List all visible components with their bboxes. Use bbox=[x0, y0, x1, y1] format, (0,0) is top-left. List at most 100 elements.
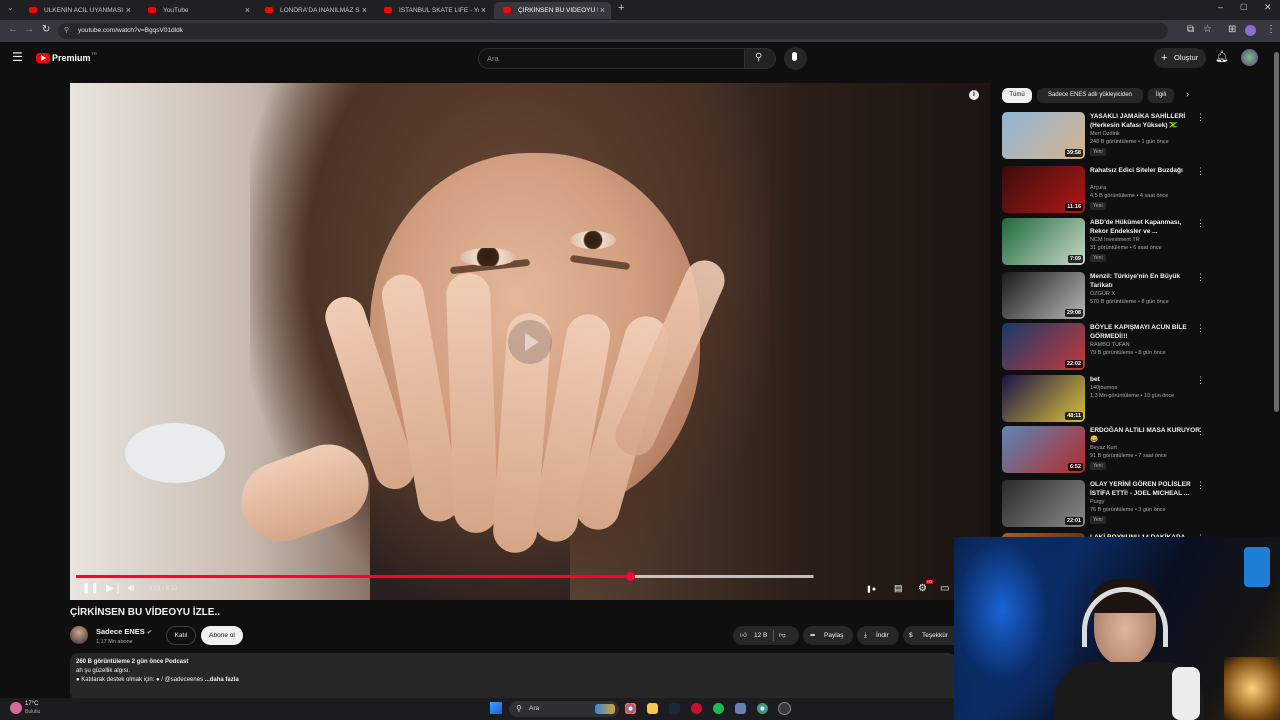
reload-icon[interactable]: ↻ bbox=[42, 24, 50, 35]
video-thumbnail[interactable]: 11:16 bbox=[1002, 166, 1085, 213]
tab-list-icon[interactable]: ⌄ bbox=[7, 3, 14, 12]
opera-icon[interactable] bbox=[691, 703, 702, 714]
next-icon[interactable]: ▶❘ bbox=[106, 583, 122, 594]
file-explorer-icon[interactable] bbox=[647, 703, 658, 714]
site-info-icon[interactable]: ⚲ bbox=[64, 23, 69, 39]
extensions-icon[interactable]: ⊞ bbox=[1228, 24, 1236, 35]
chrome-icon[interactable] bbox=[625, 703, 636, 714]
close-tab-icon[interactable]: × bbox=[126, 5, 131, 15]
chips-next-icon[interactable]: › bbox=[1186, 89, 1189, 99]
close-tab-icon[interactable]: × bbox=[481, 5, 486, 15]
more-actions-icon[interactable]: ⋮ bbox=[1196, 480, 1205, 491]
back-icon[interactable]: ← bbox=[8, 24, 18, 35]
close-window-icon[interactable]: ✕ bbox=[1264, 2, 1272, 13]
subscribe-button[interactable]: Abone ol bbox=[201, 626, 243, 645]
more-actions-icon[interactable]: ⋮ bbox=[1196, 166, 1205, 177]
recommendation-channel[interactable]: ÖZGÜR X bbox=[1090, 291, 1115, 297]
recommendation-channel[interactable]: RAMBO TUFAN bbox=[1090, 342, 1130, 348]
info-icon[interactable]: i bbox=[969, 90, 979, 100]
miniplayer-icon[interactable]: ▭ bbox=[940, 583, 949, 594]
autoplay-toggle[interactable]: ❚● bbox=[866, 585, 876, 593]
browser-tab[interactable]: ISTANBUL SKATE LIFE - YouTube× bbox=[375, 2, 492, 19]
big-play-button[interactable] bbox=[508, 320, 552, 364]
more-actions-icon[interactable]: ⋮ bbox=[1196, 375, 1205, 386]
recommendation-item[interactable]: 6:52 ERDOĞAN ALTILI MASA KURUYOR 😂 Beyaz K… bbox=[1002, 426, 1212, 475]
recommendation-channel[interactable]: NCM Investment TR bbox=[1090, 237, 1140, 243]
recommendation-item[interactable]: 22:01 OLAY YERİNİ GÖREN POLİSLER İSTİFA E… bbox=[1002, 480, 1212, 529]
video-thumbnail[interactable]: 6:52 bbox=[1002, 426, 1085, 473]
settings-app-icon[interactable] bbox=[735, 703, 746, 714]
recommendation-item[interactable]: 11:16 Rahatsız Edici Siteler Buzdağı Arçur… bbox=[1002, 166, 1212, 215]
recommendation-channel[interactable]: 140journos bbox=[1090, 385, 1117, 391]
bookmark-star-icon[interactable]: ☆ bbox=[1203, 24, 1212, 35]
recommendation-title[interactable]: bet bbox=[1090, 375, 1200, 384]
video-thumbnail[interactable]: 7:09 bbox=[1002, 218, 1085, 265]
browser-tab[interactable]: ÜLKENİN ACİL UYANMASI GER...× bbox=[20, 2, 137, 19]
recommendation-title[interactable]: ERDOĞAN ALTILI MASA KURUYOR 😂 bbox=[1090, 426, 1200, 444]
channel-avatar[interactable] bbox=[70, 626, 88, 644]
steam-icon[interactable] bbox=[669, 703, 680, 714]
more-actions-icon[interactable]: ⋮ bbox=[1196, 218, 1205, 229]
minimize-icon[interactable]: – bbox=[1218, 2, 1223, 12]
progress-bar[interactable] bbox=[76, 572, 814, 581]
recommendation-item[interactable]: 39:58 YASAKLI JAMAİKA SAHİLLERİ (Herkesin… bbox=[1002, 112, 1212, 161]
video-thumbnail[interactable]: 22:02 bbox=[1002, 323, 1085, 370]
filter-chip[interactable]: İlgili bbox=[1148, 88, 1174, 103]
profile-avatar[interactable] bbox=[1245, 25, 1256, 36]
more-actions-icon[interactable]: ⋮ bbox=[1196, 426, 1205, 437]
show-more-link[interactable]: ...daha fazla bbox=[205, 677, 239, 683]
weather-temp[interactable]: 17°C bbox=[25, 701, 38, 707]
browser-tab[interactable]: ÇİRKİNSEN BU VİDEOYU İZLE...× bbox=[494, 2, 611, 19]
thanks-button[interactable]: $ Teşekkür bbox=[903, 626, 954, 645]
recommendation-title[interactable]: OLAY YERİNİ GÖREN POLİSLER İSTİFA ETTİ! … bbox=[1090, 480, 1200, 498]
recommendation-item[interactable]: 48:11 bet 140journos 1,3 Mn görüntüleme • 1… bbox=[1002, 375, 1212, 424]
recommendation-channel[interactable]: Beyaz Kurt bbox=[1090, 445, 1117, 451]
share-button[interactable]: ➦ Paylaş bbox=[803, 626, 853, 645]
recommendation-item[interactable]: 29:08 Menzil: Türkiye'nin En Büyük Tarika… bbox=[1002, 272, 1212, 321]
video-thumbnail[interactable]: 22:01 bbox=[1002, 480, 1085, 527]
recommendation-channel[interactable]: Arçura bbox=[1090, 185, 1106, 191]
video-thumbnail[interactable]: 39:58 bbox=[1002, 112, 1085, 159]
description-box[interactable]: 260 B görüntüleme 2 gün önce Podcast ah … bbox=[70, 653, 956, 700]
youtube-logo[interactable]: Premium TR bbox=[36, 51, 97, 65]
spotify-icon[interactable] bbox=[713, 703, 724, 714]
windows-start-icon[interactable] bbox=[490, 702, 502, 714]
filter-chip[interactable]: Sadece ENES adlı yükleyiciden bbox=[1037, 88, 1143, 103]
chrome-profile-icon[interactable] bbox=[757, 703, 768, 714]
join-button[interactable]: Katıl bbox=[166, 626, 196, 645]
volume-icon[interactable]: 🔊︎ bbox=[128, 583, 134, 594]
pause-icon[interactable]: ❚❚ bbox=[82, 583, 99, 594]
recommendation-title[interactable]: Menzil: Türkiye'nin En Büyük Tarikatı bbox=[1090, 272, 1200, 290]
filter-chip[interactable]: Tümü bbox=[1002, 88, 1032, 103]
browser-tab[interactable]: LONDRA'DA İNANILMAZ SOKAK...× bbox=[256, 2, 373, 19]
maximize-icon[interactable]: ▢ bbox=[1240, 2, 1248, 11]
recommendation-channel[interactable]: Purgy bbox=[1090, 499, 1104, 505]
search-button[interactable]: ⚲ bbox=[745, 48, 776, 69]
scrollbar-thumb[interactable] bbox=[1274, 52, 1279, 412]
download-button[interactable]: ⤓ İndir bbox=[857, 626, 899, 645]
more-actions-icon[interactable]: ⋮ bbox=[1196, 112, 1205, 123]
recommendation-title[interactable]: YASAKLI JAMAİKA SAHİLLERİ (Herkesin Kafa… bbox=[1090, 112, 1200, 130]
like-button[interactable]: 👍︎ 12 B bbox=[737, 626, 773, 645]
video-player[interactable]: i ❚❚ ▶❘ 🔊︎ 6:01 / 8:02 ❚● ▤ ⚙ HD ▭ bbox=[70, 83, 990, 600]
recommendation-item[interactable]: 7:09 ABD'de Hükümet Kapanması, Rekor Ende… bbox=[1002, 218, 1212, 267]
recommendation-title[interactable]: Rahatsız Edici Siteler Buzdağı bbox=[1090, 166, 1200, 175]
taskbar-search[interactable]: ⚲ Ara bbox=[509, 701, 619, 717]
page-scrollbar[interactable] bbox=[1273, 42, 1280, 412]
more-actions-icon[interactable]: ⋮ bbox=[1196, 272, 1205, 283]
close-tab-icon[interactable]: × bbox=[245, 5, 250, 15]
close-tab-icon[interactable]: × bbox=[362, 5, 367, 15]
notifications-bell-icon[interactable]: 🔔︎ bbox=[1215, 50, 1229, 63]
forward-icon[interactable]: → bbox=[24, 24, 34, 35]
recommendation-item[interactable]: 22:02 BÖYLE KAPIŞMAYI ACUN BİLE GÖRMEDİ!!… bbox=[1002, 323, 1212, 372]
recommendation-title[interactable]: ABD'de Hükümet Kapanması, Rekor Endeksle… bbox=[1090, 218, 1200, 236]
browser-menu-icon[interactable]: ⋮ bbox=[1266, 24, 1276, 35]
settings-gear-icon[interactable]: ⚙ bbox=[918, 583, 927, 594]
close-tab-icon[interactable]: × bbox=[600, 5, 605, 15]
recommendation-title[interactable]: BÖYLE KAPIŞMAYI ACUN BİLE GÖRMEDİ!!! bbox=[1090, 323, 1200, 341]
account-avatar[interactable] bbox=[1241, 49, 1258, 66]
scrubber-handle[interactable] bbox=[625, 572, 635, 581]
recommendation-channel[interactable]: Mert Özdirik bbox=[1090, 131, 1120, 137]
address-input[interactable]: ⚲ youtube.com/watch?v=BgqsV01dldk bbox=[58, 23, 1168, 39]
video-thumbnail[interactable]: 29:08 bbox=[1002, 272, 1085, 319]
